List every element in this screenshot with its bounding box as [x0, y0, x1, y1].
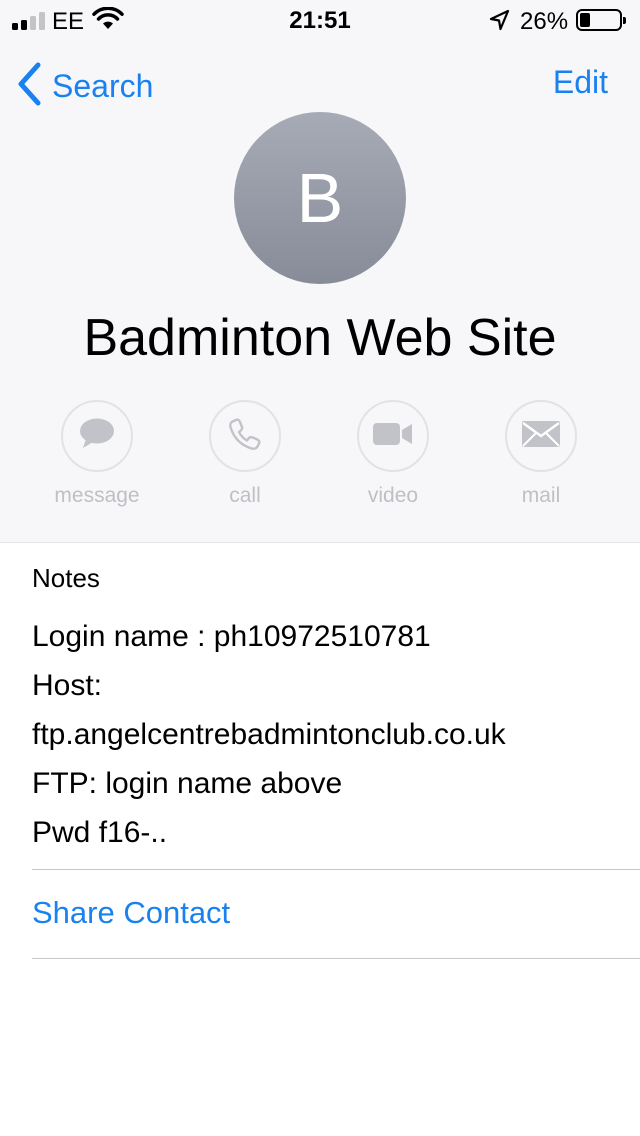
- chevron-left-icon: [16, 62, 42, 111]
- notes-line: Pwd f16-..: [32, 816, 168, 849]
- notes-line: FTP: login name above: [32, 767, 343, 800]
- video-camera-icon: [372, 421, 414, 452]
- notes-line: ftp.angelcentrebadmintonclub.co.uk: [32, 718, 506, 751]
- status-bar: EE 21:51 26%: [0, 0, 640, 40]
- message-label: message: [54, 484, 140, 507]
- mail-label: mail: [521, 484, 561, 507]
- contact-name: Badminton Web Site: [83, 309, 557, 367]
- back-button-label: Search: [52, 68, 154, 104]
- call-button[interactable]: [209, 400, 281, 472]
- mail-action[interactable]: mail: [466, 400, 616, 508]
- mail-button[interactable]: [505, 400, 577, 472]
- notes-line: Host:: [32, 669, 103, 702]
- edit-button[interactable]: Edit: [553, 64, 608, 101]
- back-button[interactable]: Search: [16, 62, 153, 111]
- notes-line: Login name : ph10972510781: [32, 620, 431, 653]
- envelope-icon: [521, 419, 561, 454]
- battery-icon: [576, 9, 626, 31]
- video-button[interactable]: [357, 400, 429, 472]
- video-action[interactable]: video: [318, 400, 468, 508]
- divider: [32, 958, 640, 959]
- phone-icon: [228, 417, 262, 456]
- notes-title: Notes: [32, 563, 100, 593]
- call-action[interactable]: call: [170, 400, 320, 508]
- video-label: video: [367, 484, 419, 507]
- message-button[interactable]: [61, 400, 133, 472]
- location-arrow-icon: [488, 8, 510, 37]
- share-contact-button[interactable]: Share Contact: [32, 895, 230, 931]
- message-action[interactable]: message: [22, 400, 172, 508]
- contact-avatar: B: [234, 112, 406, 284]
- battery-percentage: 26%: [520, 8, 569, 35]
- avatar-initial: B: [296, 159, 344, 237]
- message-bubble-icon: [78, 417, 116, 456]
- notes-text[interactable]: Login name : ph10972510781 Host: ftp.ang…: [32, 612, 506, 857]
- call-label: call: [229, 484, 261, 507]
- divider: [32, 869, 640, 870]
